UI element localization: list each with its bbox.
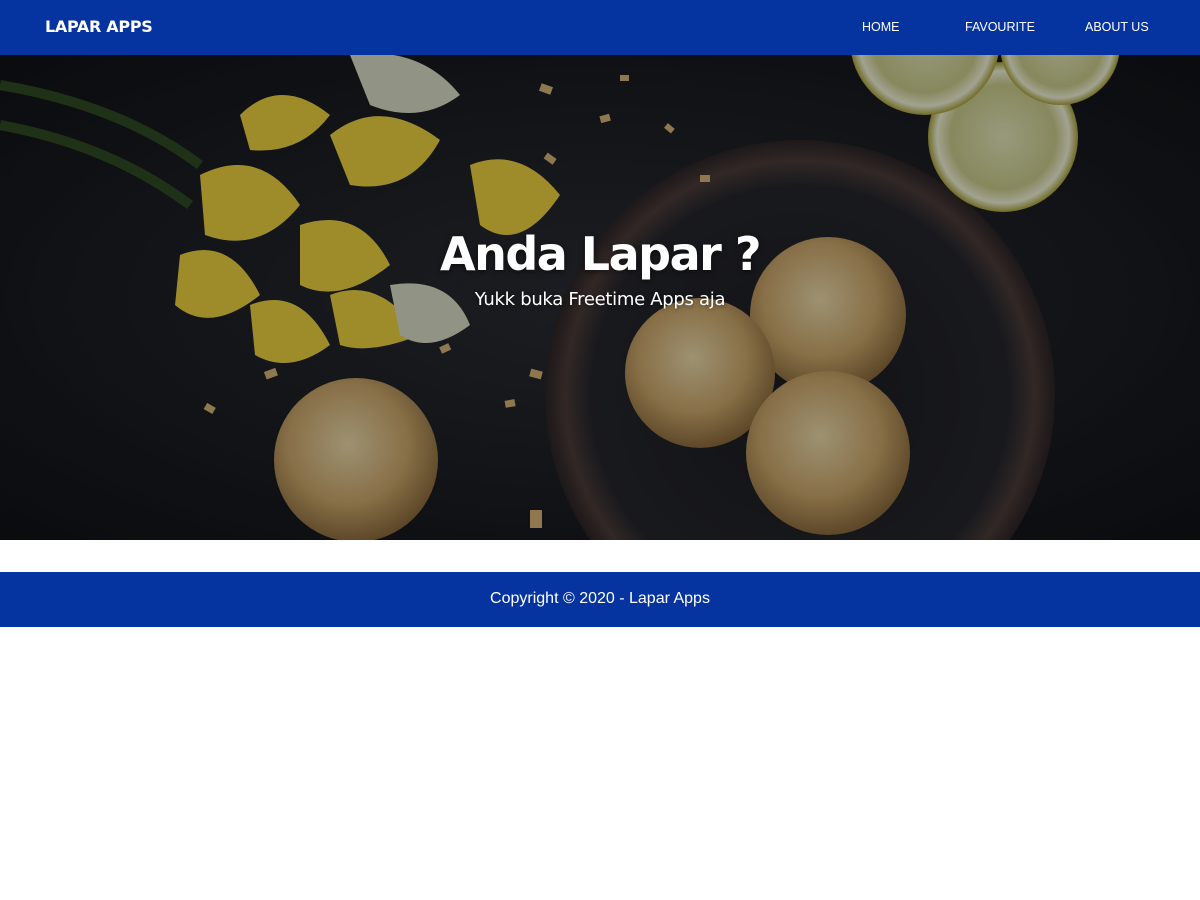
hero-subtitle: Yukk buka Freetime Apps aja (474, 289, 726, 310)
hero-banner: Anda Lapar ? Yukk buka Freetime Apps aja (0, 55, 1200, 540)
nav-home-link[interactable]: HOME (862, 20, 900, 34)
hero-title: Anda Lapar ? (439, 227, 762, 281)
footer: Copyright © 2020 - Lapar Apps (0, 572, 1200, 627)
brand-logo[interactable]: LAPAR APPS (45, 17, 153, 36)
nav-favourite-link[interactable]: FAVOURITE (965, 20, 1035, 34)
nav-about-link[interactable]: ABOUT US (1085, 20, 1149, 34)
navbar: LAPAR APPS HOME FAVOURITE ABOUT US (0, 0, 1200, 55)
footer-copyright: Copyright © 2020 - Lapar Apps (490, 590, 710, 607)
